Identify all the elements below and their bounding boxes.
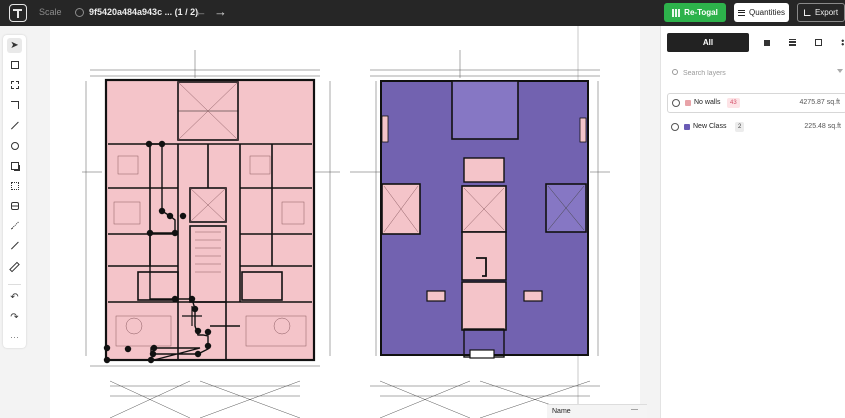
layer-name: New Class [693,123,727,130]
crop-tool-icon[interactable] [7,97,22,112]
quantities-label: Quantities [748,8,786,17]
copy-tool-icon[interactable] [7,158,22,173]
more-options-icon[interactable]: ··· [7,329,22,344]
layer-count-badge: 2 [735,122,745,132]
layer-color-swatch [685,100,691,106]
layer-visibility-icon[interactable] [672,99,680,107]
filter-area-icon[interactable] [761,37,772,48]
search-input[interactable] [683,66,823,80]
layer-filter-tabs: All [667,33,845,52]
re-togal-label: Re-Togal [684,8,718,17]
filter-count-icon[interactable] [813,37,824,48]
next-page-arrow-icon[interactable]: → [214,4,227,20]
scale-status-icon [75,8,84,17]
floor-plan-drawing[interactable] [50,26,640,418]
export-label: Export [814,8,839,17]
name-property-bar: Name — [547,404,647,418]
ruler-icon[interactable] [7,259,22,274]
layer-visibility-icon[interactable] [671,123,679,131]
redo-icon[interactable]: ↷ [7,310,22,325]
layer-row-new-class[interactable]: New Class 2 225.48 sq.ft [667,118,845,138]
quantities-button[interactable]: Quantities [734,3,789,22]
line-tool-icon[interactable] [7,118,22,133]
filter-all-tab[interactable]: All [667,33,749,52]
filter-grid-icon[interactable] [839,37,845,48]
scale-label[interactable]: Scale [39,7,62,17]
layer-name: No walls [694,99,721,106]
layer-area: 225.48 sq.ft [804,123,841,130]
search-icon [672,69,678,75]
layer-area: 4275.87 sq.ft [799,99,840,106]
point-tool-icon[interactable] [7,138,22,153]
list-icon [737,9,745,16]
layer-count-badge: 43 [727,98,740,108]
left-floor-plan [82,50,340,418]
re-togal-button[interactable]: Re-Togal [664,3,726,22]
re-togal-icon [672,8,681,17]
app-logo-icon[interactable] [9,4,27,22]
previous-page-arrow-icon[interactable]: ← [194,4,207,20]
rectangle-tool-icon[interactable] [7,57,22,72]
paste-tool-icon[interactable] [7,178,22,193]
layer-row-no-walls[interactable]: No walls 43 4275.87 sq.ft [667,93,845,113]
export-icon [803,9,811,16]
export-button[interactable]: Export [797,3,845,22]
pointer-tool-icon[interactable]: ➤ [7,38,22,53]
polygon-tool-icon[interactable] [7,77,22,92]
layers-panel: All No walls 43 4275.87 sq.ft New Class … [660,26,845,418]
filter-icon[interactable] [837,69,843,75]
right-floor-plan [350,50,610,418]
filter-linear-icon[interactable] [787,37,798,48]
name-label: Name [552,408,571,415]
left-toolbar: ➤ ↶ ↷ ··· [3,35,26,348]
polyline-tool-icon[interactable] [7,218,22,233]
undo-icon[interactable]: ↶ [7,290,22,305]
layer-search [667,64,843,82]
name-value[interactable]: — [631,406,638,413]
layer-color-swatch [684,124,690,130]
split-tool-icon[interactable] [7,198,22,213]
file-title[interactable]: 9f5420a484a943c ... (1 / 2) [89,7,198,17]
top-bar: Scale 9f5420a484a943c ... (1 / 2) ← → Re… [0,0,845,26]
toolbar-divider [8,284,21,285]
measure-tool-icon[interactable] [7,238,22,253]
